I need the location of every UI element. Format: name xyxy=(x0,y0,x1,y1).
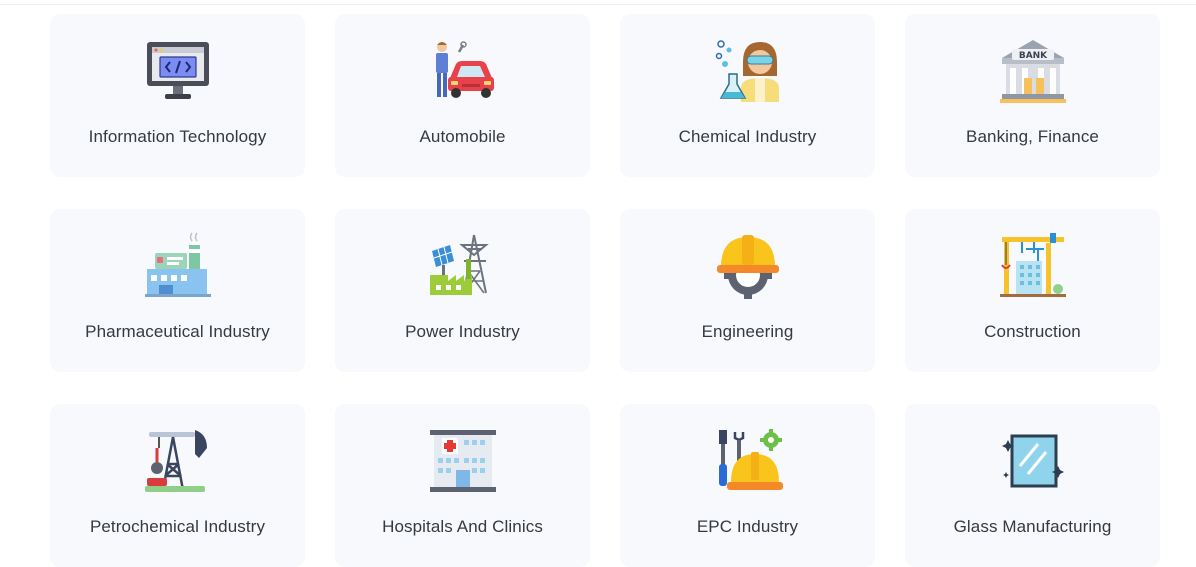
computer-code-icon xyxy=(143,36,213,106)
industry-card-glass-manufacturing[interactable]: Glass Manufacturing xyxy=(905,404,1160,567)
industry-card-chemical-industry[interactable]: Chemical Industry xyxy=(620,14,875,177)
industry-card-construction[interactable]: Construction xyxy=(905,209,1160,372)
industry-label: Power Industry xyxy=(405,322,520,341)
pharma-factory-icon xyxy=(143,231,213,301)
industry-card-hospitals-and-clinics[interactable]: Hospitals And Clinics xyxy=(335,404,590,567)
industry-label: Chemical Industry xyxy=(678,127,817,146)
tools-hardhat-icon xyxy=(713,426,783,496)
industry-card-information-technology[interactable]: Information Technology xyxy=(50,14,305,177)
power-plant-icon xyxy=(428,231,498,301)
industry-label: Automobile xyxy=(419,127,506,146)
glass-pane-icon xyxy=(998,426,1068,496)
industry-label: Hospitals And Clinics xyxy=(382,517,543,536)
chemist-icon xyxy=(713,36,783,106)
industry-label: Pharmaceutical Industry xyxy=(85,322,270,341)
hardhat-gear-icon xyxy=(713,231,783,301)
industry-label: Engineering xyxy=(701,322,794,341)
top-divider xyxy=(0,4,1196,5)
industry-label: Banking, Finance xyxy=(966,127,1099,146)
industry-label: Construction xyxy=(984,322,1081,341)
oil-pump-icon xyxy=(143,426,213,496)
bank-sign-text: BANK xyxy=(1018,51,1047,61)
industry-label: Glass Manufacturing xyxy=(953,517,1112,536)
industry-label: Petrochemical Industry xyxy=(89,517,266,536)
industry-card-automobile[interactable]: Automobile xyxy=(335,14,590,177)
mechanic-car-icon xyxy=(428,36,498,106)
industry-card-power-industry[interactable]: Power Industry xyxy=(335,209,590,372)
industry-grid: Information Technology Automobile Chemic… xyxy=(50,14,1160,567)
crane-building-icon xyxy=(998,231,1068,301)
industry-label: EPC Industry xyxy=(696,517,799,536)
hospital-icon xyxy=(428,426,498,496)
industry-card-engineering[interactable]: Engineering xyxy=(620,209,875,372)
industry-card-pharmaceutical-industry[interactable]: Pharmaceutical Industry xyxy=(50,209,305,372)
industry-card-epc-industry[interactable]: EPC Industry xyxy=(620,404,875,567)
industry-label: Information Technology xyxy=(88,127,267,146)
industry-card-banking-finance[interactable]: BANK Banking, Finance xyxy=(905,14,1160,177)
industry-card-petrochemical-industry[interactable]: Petrochemical Industry xyxy=(50,404,305,567)
bank-icon: BANK xyxy=(998,36,1068,106)
